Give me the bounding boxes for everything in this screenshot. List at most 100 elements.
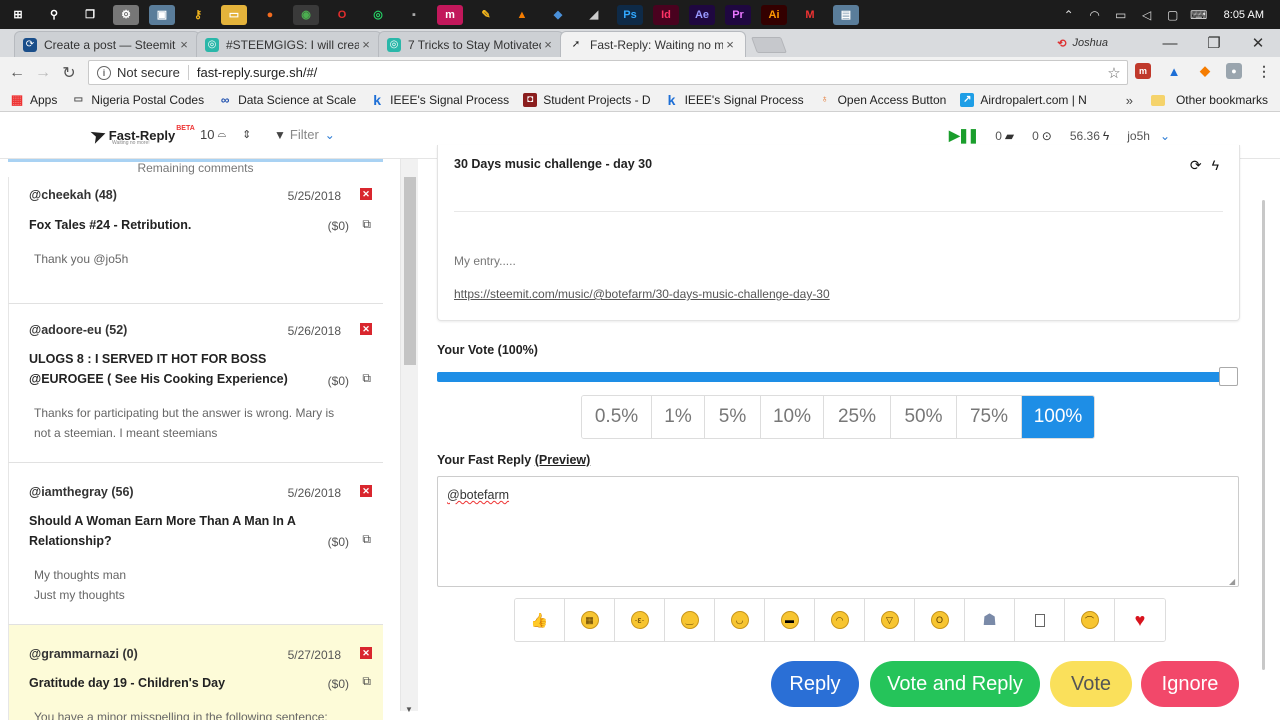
comment-author[interactable]: @grammarnazi (0) xyxy=(29,647,138,661)
vlc-icon[interactable]: ▲ xyxy=(509,5,535,25)
comment-card[interactable]: @grammarnazi (0) 5/27/2018 ✕ Gratitude d… xyxy=(8,625,383,720)
fast-reply-logo[interactable]: ➤ Fast-Reply BETA Waiting no more! xyxy=(87,123,195,149)
user-menu[interactable]: jo5h ⌄ xyxy=(1127,129,1170,143)
vote-100-button[interactable]: 100% xyxy=(1022,396,1094,438)
new-tab-button[interactable] xyxy=(751,37,787,53)
chrome-menu-icon[interactable]: ⋮ xyxy=(1256,63,1272,79)
post-title[interactable]: 30 Days music challenge - day 30 xyxy=(454,157,652,171)
sweat-smile-icon[interactable]: ◠ xyxy=(815,599,865,641)
minimize-button[interactable]: — xyxy=(1148,35,1192,52)
chrome-profile[interactable]: ⟲ Joshua xyxy=(1057,37,1108,50)
cube-app-icon[interactable]: ◆ xyxy=(545,5,571,25)
battery-icon[interactable]: ▭ xyxy=(1111,7,1131,23)
kissing-icon[interactable]: ·ε· xyxy=(615,599,665,641)
forward-icon[interactable]: → xyxy=(30,64,56,82)
comment-author[interactable]: @cheekah (48) xyxy=(29,188,117,202)
pen-app-icon[interactable]: ✎ xyxy=(473,5,499,25)
settings-app-icon[interactable]: ⚙ xyxy=(113,4,139,25)
dismiss-icon[interactable]: ✕ xyxy=(360,323,372,335)
bookmark-nigeria-postal[interactable]: ▭ Nigeria Postal Codes xyxy=(71,93,204,107)
other-bookmarks[interactable]: Other bookmarks xyxy=(1176,93,1268,107)
smiling-icon[interactable]: ‿ xyxy=(665,599,715,641)
metamask-icon[interactable]: ◆ xyxy=(1197,63,1213,79)
bookmark-data-science[interactable]: ∞ Data Science at Scale xyxy=(218,93,356,107)
more-bookmarks-icon[interactable]: » xyxy=(1126,93,1133,108)
external-link-icon[interactable]: ⧉ xyxy=(362,371,371,386)
screaming-icon[interactable]: O xyxy=(915,599,965,641)
post-link[interactable]: https://steemit.com/music/@botefarm/30-d… xyxy=(454,287,830,301)
vote-50-button[interactable]: 50% xyxy=(891,396,957,438)
tab-steemgigs[interactable]: ◎ #STEEMGIGS: I will create × xyxy=(196,31,382,57)
lightning-icon[interactable]: ϟ xyxy=(1212,157,1219,174)
vote-0-5-button[interactable]: 0.5% xyxy=(582,396,652,438)
system-clock[interactable]: 8:05 AM xyxy=(1224,9,1264,21)
search-icon[interactable]: ⚲ xyxy=(41,5,67,25)
premiere-icon[interactable]: Pr xyxy=(725,4,751,25)
whatsapp-icon[interactable]: ◎ xyxy=(365,5,391,25)
task-view-icon[interactable]: ❐ xyxy=(77,5,103,25)
comments-scrollbar[interactable]: ▼ xyxy=(400,159,418,714)
grinning-icon[interactable]: ◡ xyxy=(715,599,765,641)
grimacing-icon[interactable]: ▦ xyxy=(565,599,615,641)
bookmark-airdropalert[interactable]: ↗ Airdropalert.com | N xyxy=(960,92,1087,107)
bookmark-ieee-2[interactable]: k IEEE's Signal Process xyxy=(665,92,804,108)
app-m-icon[interactable]: m xyxy=(437,4,463,25)
file-explorer-icon[interactable]: ▭ xyxy=(221,4,247,25)
post-title[interactable]: ULOGS 8 : I SERVED IT HOT FOR BOSS @EURO… xyxy=(29,349,329,389)
resize-grip-icon[interactable]: ◢ xyxy=(1229,577,1235,586)
vote-10-button[interactable]: 10% xyxy=(761,396,824,438)
vote-and-reply-button[interactable]: Vote and Reply xyxy=(870,661,1040,707)
wifi-icon[interactable]: ◠ xyxy=(1085,7,1105,23)
windows-start-icon[interactable]: ⊞ xyxy=(5,5,31,25)
security-label[interactable]: Not secure xyxy=(117,65,189,80)
play-pause-icon[interactable]: ▶❚❚ xyxy=(949,127,979,144)
reply-button[interactable]: Reply xyxy=(771,661,859,707)
chevron-up-icon[interactable]: ⌃ xyxy=(1059,7,1079,23)
comment-count-selector[interactable]: 10 ⌓ ⇕ xyxy=(200,127,251,142)
filter-dropdown[interactable]: ▼ Filter ⌄ xyxy=(274,127,335,142)
bookmark-student-projects[interactable]: ◘ Student Projects - D xyxy=(523,92,651,107)
laughing-icon[interactable]: ▽ xyxy=(865,599,915,641)
dismiss-icon[interactable]: ✕ xyxy=(360,647,372,659)
external-link-icon[interactable]: ⧉ xyxy=(362,217,371,232)
comment-author[interactable]: @iamthegray (56) xyxy=(29,485,134,499)
bookmark-apps[interactable]: ▦ Apps xyxy=(10,92,58,107)
post-title[interactable]: Fox Tales #24 - Retribution. xyxy=(29,215,329,235)
reply-textarea[interactable]: @botefarm xyxy=(437,476,1239,587)
url-text[interactable]: fast-reply.surge.sh/#/ xyxy=(197,65,1101,80)
thumbs-up-icon[interactable]: 👍 xyxy=(515,599,565,641)
bookmark-ieee-1[interactable]: k IEEE's Signal Process xyxy=(370,92,509,108)
dismiss-icon[interactable]: ✕ xyxy=(360,188,372,200)
slider-track[interactable] xyxy=(437,372,1221,382)
app-icon[interactable]: ▪ xyxy=(401,5,427,25)
vote-weight-slider[interactable] xyxy=(437,367,1238,386)
sunglasses-icon[interactable]: ▬ xyxy=(765,599,815,641)
bookmark-open-access[interactable]: ♁ Open Access Button xyxy=(818,93,946,107)
tab-fast-reply[interactable]: ➚ Fast-Reply: Waiting no m × xyxy=(560,31,746,57)
tab-close-icon[interactable]: × xyxy=(359,37,373,52)
heart-icon[interactable]: ♥ xyxy=(1115,599,1165,641)
scroll-down-icon[interactable]: ▼ xyxy=(405,705,413,714)
indesign-icon[interactable]: Id xyxy=(653,4,679,25)
app-window-icon[interactable]: ▤ xyxy=(833,4,859,25)
app-red-icon[interactable]: M xyxy=(797,5,823,25)
keyboard-icon[interactable]: ⌨ xyxy=(1189,7,1209,23)
illustrator-icon[interactable]: Ai xyxy=(761,4,787,25)
vote-button[interactable]: Vote xyxy=(1050,661,1132,707)
up-down-arrows-icon[interactable]: ⇕ xyxy=(242,128,251,141)
preview-link[interactable]: (Preview) xyxy=(535,453,591,467)
comment-card[interactable]: @cheekah (48) 5/25/2018 ✕ Fox Tales #24 … xyxy=(8,177,383,304)
reload-icon[interactable]: ↻ xyxy=(56,63,82,83)
post-title[interactable]: Should A Woman Earn More Than A Man In A… xyxy=(29,511,329,551)
steem-icon[interactable]: ⟳ xyxy=(1190,157,1202,174)
dismiss-icon[interactable]: ✕ xyxy=(360,485,372,497)
comment-card[interactable]: @adoore-eu (52) 5/26/2018 ✕ ULOGS 8 : I … xyxy=(8,304,383,463)
blank-emoji-icon[interactable] xyxy=(1015,599,1065,641)
volume-icon[interactable]: ◁ xyxy=(1137,7,1157,23)
extension-red-icon[interactable]: m xyxy=(1135,63,1151,79)
tab-steemit-create-post[interactable]: ⟳ Create a post — Steemit × xyxy=(14,31,200,57)
extension-gray-icon[interactable]: ● xyxy=(1226,63,1242,79)
external-link-icon[interactable]: ⧉ xyxy=(362,532,371,547)
external-link-icon[interactable]: ⧉ xyxy=(362,674,371,689)
after-effects-icon[interactable]: Ae xyxy=(689,4,715,25)
